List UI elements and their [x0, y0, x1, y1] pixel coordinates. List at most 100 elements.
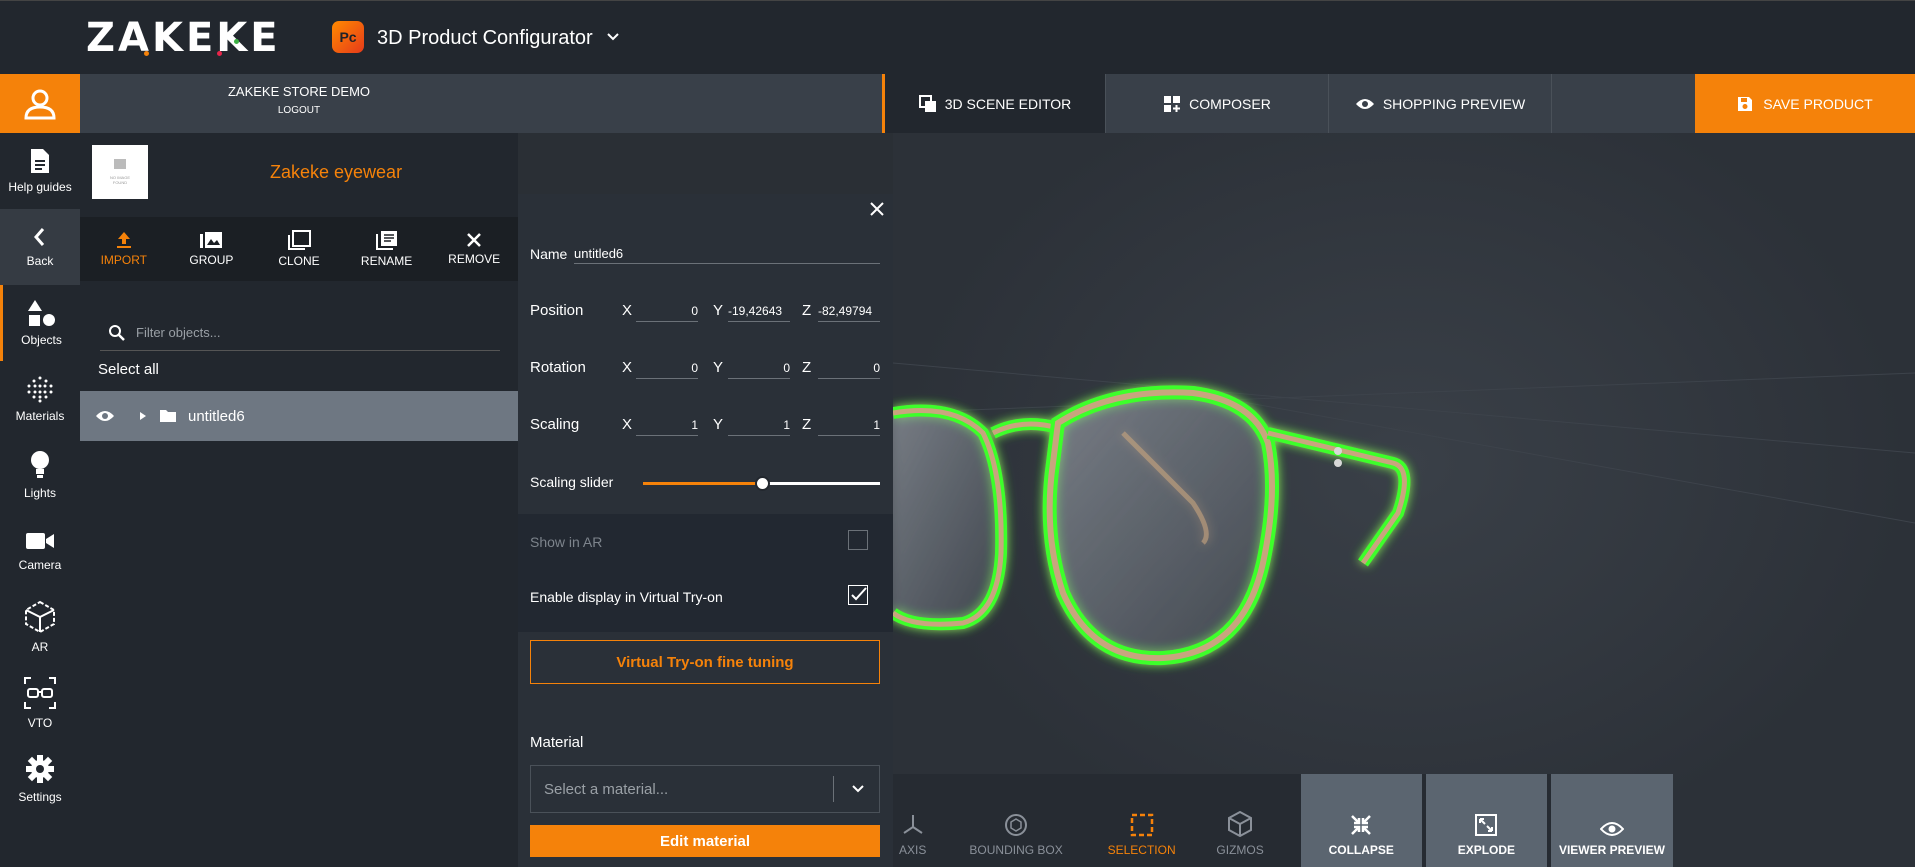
tool-label: REMOVE: [448, 252, 501, 266]
axis-label: AXIS: [899, 843, 927, 857]
logo-dot: [217, 51, 222, 56]
product-thumbnail[interactable]: NO IMAGE FOUND: [92, 145, 148, 199]
collapse-button[interactable]: COLLAPSE: [1300, 774, 1422, 867]
tool-label: IMPORT: [100, 253, 148, 267]
user-icon: [24, 89, 56, 119]
clone-icon: [287, 230, 311, 250]
tab-3d-scene-editor[interactable]: 3D SCENE EDITOR: [882, 74, 1106, 133]
store-name: ZAKEKE STORE DEMO: [227, 84, 371, 99]
edit-material-button[interactable]: Edit material: [530, 825, 880, 857]
image-placeholder-icon: NO IMAGEFOUND: [110, 159, 130, 185]
nav-objects[interactable]: Objects: [0, 285, 80, 361]
explode-button[interactable]: EXPLODE: [1425, 774, 1547, 867]
caret-right-icon[interactable]: [139, 411, 147, 421]
nav-label: Settings: [18, 790, 62, 804]
scaling-z-field[interactable]: 1: [818, 412, 880, 436]
remove-button[interactable]: REMOVE: [430, 217, 518, 281]
scaling-y-field[interactable]: 1: [728, 412, 790, 436]
group-icon: [200, 232, 223, 248]
clone-button[interactable]: CLONE: [255, 217, 343, 281]
logout-link[interactable]: LOGOUT: [80, 105, 518, 116]
vto-checkbox[interactable]: [848, 585, 868, 605]
axis-button[interactable]: AXIS: [893, 774, 932, 867]
rotation-z-field[interactable]: 0: [818, 355, 880, 379]
close-icon[interactable]: [870, 202, 884, 216]
explode-icon: [1475, 814, 1498, 836]
product-configurator-icon[interactable]: Pc: [332, 21, 364, 53]
import-button[interactable]: IMPORT: [80, 217, 168, 281]
nav-label: Materials: [15, 409, 65, 423]
scaling-x-field[interactable]: 1: [636, 412, 698, 436]
eye-icon: [1599, 822, 1624, 836]
viewer-preview-label: VIEWER PREVIEW: [1558, 843, 1665, 857]
gizmos-icon: [1228, 811, 1253, 837]
app-title[interactable]: 3D Product Configurator: [377, 27, 593, 50]
logo-dot: [234, 39, 239, 44]
eyeglasses-model[interactable]: [893, 133, 1915, 867]
nav-lights[interactable]: Lights: [0, 437, 80, 513]
material-label: Material: [530, 734, 584, 751]
tab-composer[interactable]: COMPOSER: [1106, 74, 1329, 133]
rotation-x-field[interactable]: 0: [636, 355, 698, 379]
rotation-label: Rotation: [530, 359, 586, 376]
nav-label: Back: [26, 254, 54, 268]
nav-label: Help guides: [8, 180, 72, 194]
nav-vto[interactable]: VTO: [0, 665, 80, 741]
position-y-field[interactable]: -19,42643: [728, 298, 790, 322]
camera-icon: [26, 533, 54, 549]
select-all[interactable]: Select all: [98, 361, 159, 378]
axis-y-label: Y: [713, 302, 724, 319]
filter-input[interactable]: Filter objects...: [136, 325, 221, 340]
selection-label: SELECTION: [1107, 843, 1176, 857]
name-field[interactable]: untitled6: [574, 240, 880, 264]
material-select[interactable]: Select a material...: [530, 765, 880, 813]
position-z-field[interactable]: -82,49794: [818, 298, 880, 322]
tab-shopping-preview[interactable]: SHOPPING PREVIEW: [1329, 74, 1552, 133]
upload-icon: [116, 232, 131, 248]
axis-x-label: X: [622, 302, 633, 319]
object-row[interactable]: untitled6: [80, 391, 518, 441]
zakeke-logo: ZAKEKE: [86, 15, 281, 61]
nav-settings[interactable]: Settings: [0, 741, 80, 817]
tab-label: COMPOSER: [1189, 95, 1271, 112]
rename-button[interactable]: RENAME: [343, 217, 431, 281]
3d-viewport[interactable]: [893, 133, 1915, 867]
select-divider: [833, 776, 834, 802]
nav-materials[interactable]: Materials: [0, 361, 80, 437]
axis-x-label: X: [622, 359, 633, 376]
eye-icon[interactable]: [95, 409, 115, 423]
filter-objects[interactable]: Filter objects...: [100, 315, 500, 351]
viewer-preview-button[interactable]: VIEWER PREVIEW: [1550, 774, 1674, 867]
rename-icon: [375, 231, 397, 250]
gizmos-button[interactable]: GIZMOS: [1183, 774, 1296, 867]
search-icon: [109, 324, 125, 341]
user-button[interactable]: [0, 74, 88, 133]
show-ar-checkbox[interactable]: [848, 530, 868, 550]
vto-section: [518, 514, 893, 632]
glasses-icon: [24, 677, 56, 709]
chevron-down-icon[interactable]: [606, 29, 620, 45]
vto-fine-tuning-button[interactable]: Virtual Try-on fine tuning: [530, 640, 880, 684]
eye-icon: [1355, 98, 1374, 109]
save-product-button[interactable]: SAVE PRODUCT: [1695, 74, 1915, 133]
rotation-y-field[interactable]: 0: [728, 355, 790, 379]
store-info: ZAKEKE STORE DEMO LOGOUT: [80, 74, 518, 133]
slider-thumb[interactable]: [754, 476, 770, 491]
axis-y-label: Y: [713, 359, 724, 376]
nav-ar[interactable]: AR: [0, 589, 80, 665]
position-x-field[interactable]: 0: [636, 298, 698, 322]
checkmark-icon: [851, 587, 867, 601]
nav-back[interactable]: Back: [0, 209, 80, 285]
scaling-slider[interactable]: [643, 476, 880, 491]
layers-icon: [918, 94, 936, 112]
scaling-label: Scaling: [530, 416, 580, 433]
object-name: untitled6: [188, 407, 245, 425]
selection-button[interactable]: SELECTION: [1100, 774, 1184, 867]
chevron-down-icon: [852, 785, 864, 793]
bounding-box-button[interactable]: BOUNDING BOX: [932, 774, 1099, 867]
svg-text:FOUND: FOUND: [113, 180, 127, 185]
group-button[interactable]: GROUP: [168, 217, 256, 281]
nav-help-guides[interactable]: Help guides: [0, 133, 80, 209]
nav-camera[interactable]: Camera: [0, 513, 80, 589]
axis-y-label: Y: [713, 416, 724, 433]
